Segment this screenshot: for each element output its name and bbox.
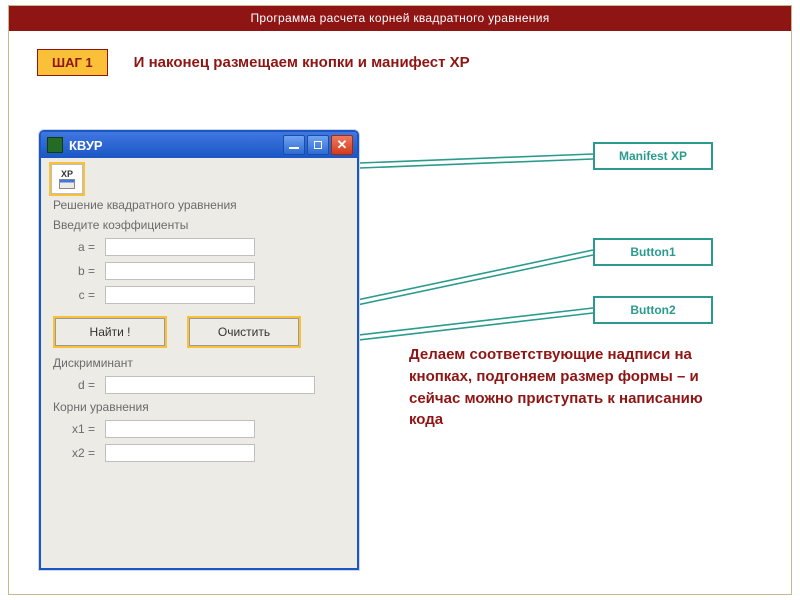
coefficients-title: Введите коэффициенты (53, 218, 347, 232)
input-a[interactable] (105, 238, 255, 256)
label-x2: x2 = (69, 446, 95, 460)
label-a: a = (69, 240, 95, 254)
app-window: КВУР ✕ XP Решение квадратного уравнения … (39, 130, 359, 570)
find-button[interactable]: Найти ! (55, 318, 165, 346)
label-x1: x1 = (69, 422, 95, 436)
form-heading: Решение квадратного уравнения (53, 198, 347, 212)
clear-button[interactable]: Очистить (189, 318, 299, 346)
roots-title: Корни уравнения (53, 400, 347, 414)
callout-manifest: Manifest XP (593, 142, 713, 170)
app-icon (47, 137, 63, 153)
manifest-xp-button[interactable]: XP (51, 164, 83, 194)
label-d: d = (69, 378, 95, 392)
step-row: ШАГ 1 И наконец размещаем кнопки и маниф… (9, 31, 791, 86)
window-icon (59, 179, 75, 189)
label-c: c = (69, 288, 95, 302)
callout-button2: Button2 (593, 296, 713, 324)
label-b: b = (69, 264, 95, 278)
discriminant-title: Дискриминант (53, 356, 347, 370)
input-b[interactable] (105, 262, 255, 280)
callout-button1: Button1 (593, 238, 713, 266)
step-badge: ШАГ 1 (37, 49, 108, 76)
input-c[interactable] (105, 286, 255, 304)
page-title: Программа расчета корней квадратного ура… (9, 6, 791, 31)
description-text: Делаем соответствующие надписи на кнопка… (409, 344, 739, 431)
input-x1[interactable] (105, 420, 255, 438)
close-button[interactable]: ✕ (331, 135, 353, 155)
maximize-button[interactable] (307, 135, 329, 155)
input-d[interactable] (105, 376, 315, 394)
window-title: КВУР (69, 138, 103, 153)
manifest-xp-label: XP (61, 169, 73, 179)
input-x2[interactable] (105, 444, 255, 462)
step-text: И наконец размещаем кнопки и манифест XP (134, 54, 470, 71)
titlebar[interactable]: КВУР ✕ (41, 132, 357, 158)
minimize-button[interactable] (283, 135, 305, 155)
